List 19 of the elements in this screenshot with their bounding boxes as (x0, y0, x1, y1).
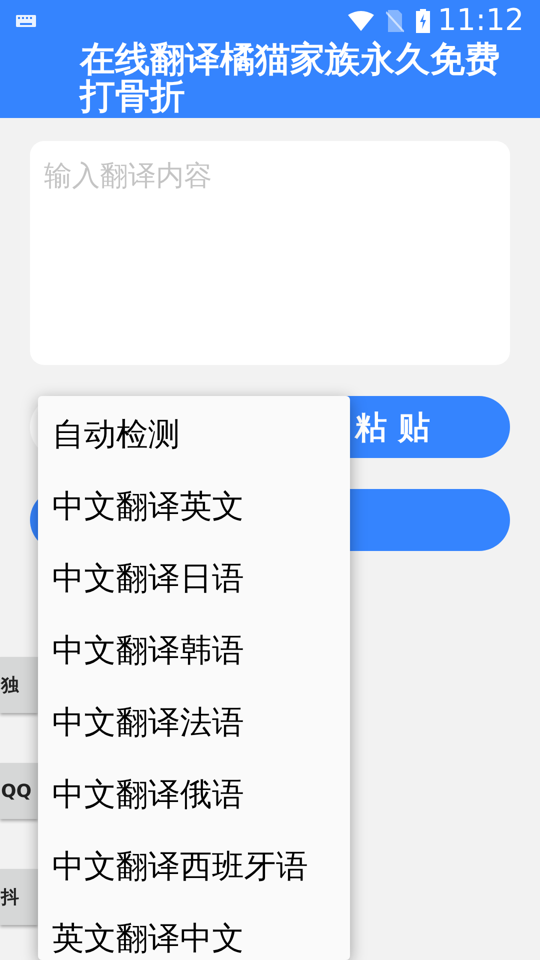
wifi-icon (348, 11, 374, 31)
menu-item[interactable]: 英文翻译中文 (38, 902, 350, 960)
side-button[interactable]: 抖 (0, 869, 38, 925)
menu-item[interactable]: 中文翻译英文 (38, 470, 350, 542)
menu-item[interactable]: 中文翻译俄语 (38, 758, 350, 830)
menu-item[interactable]: 中文翻译日语 (38, 542, 350, 614)
menu-item[interactable]: 自动检测 (38, 398, 350, 470)
menu-item[interactable]: 中文翻译法语 (38, 686, 350, 758)
no-sim-icon (386, 10, 404, 32)
input-field[interactable]: 输入翻译内容 (44, 155, 496, 351)
keyboard-icon (16, 15, 36, 27)
menu-item[interactable]: 中文翻译韩语 (38, 614, 350, 686)
battery-icon (416, 9, 430, 33)
menu-item[interactable]: 中文翻译西班牙语 (38, 830, 350, 902)
side-button[interactable]: 独 (0, 657, 38, 713)
clock-time: 11:12 (438, 6, 524, 36)
side-button[interactable]: QQ (0, 763, 38, 819)
input-box[interactable]: 输入翻译内容 (30, 141, 510, 365)
app-title: 在线翻译橘猫家族永久免费打骨折 (80, 42, 501, 116)
